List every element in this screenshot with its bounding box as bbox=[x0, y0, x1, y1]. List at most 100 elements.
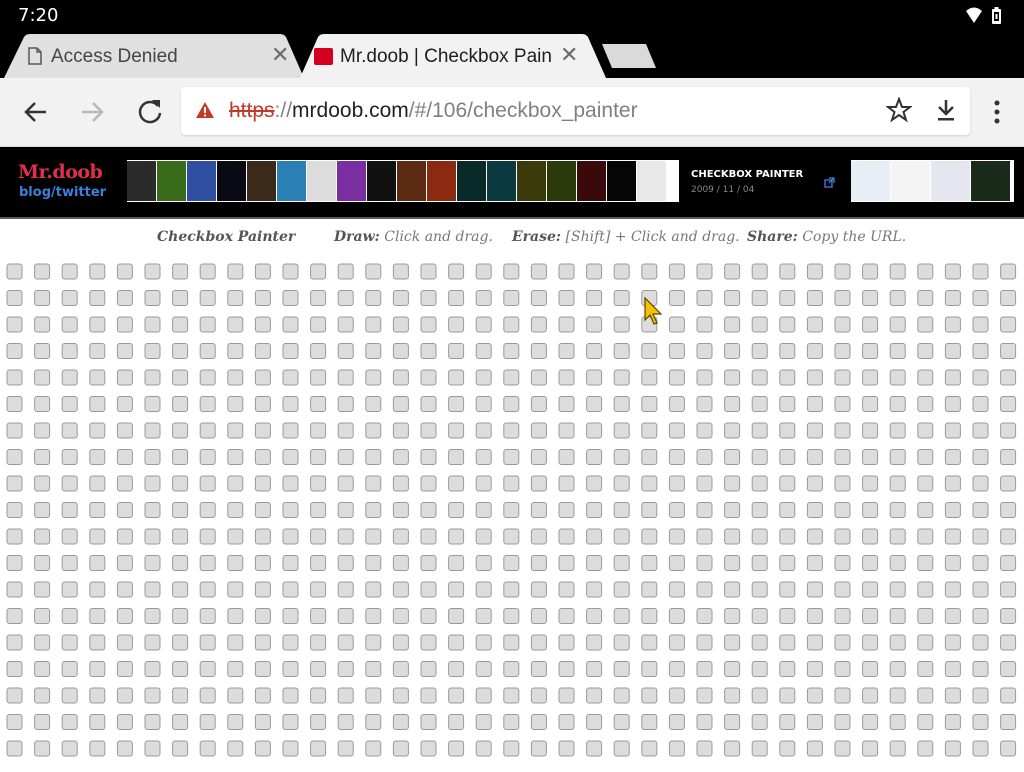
checkbox[interactable] bbox=[392, 263, 409, 280]
checkbox[interactable] bbox=[503, 581, 520, 598]
checkbox[interactable] bbox=[530, 422, 547, 439]
checkbox[interactable] bbox=[834, 555, 851, 571]
checkbox[interactable] bbox=[172, 449, 189, 465]
checkbox[interactable] bbox=[724, 290, 741, 306]
checkbox[interactable] bbox=[944, 396, 961, 412]
checkbox[interactable] bbox=[944, 714, 961, 730]
checkbox[interactable] bbox=[889, 502, 906, 518]
checkbox[interactable] bbox=[392, 555, 409, 571]
checkbox[interactable] bbox=[1000, 316, 1017, 333]
checkbox[interactable] bbox=[448, 555, 465, 571]
checkbox[interactable] bbox=[310, 661, 327, 677]
checkbox[interactable] bbox=[310, 396, 327, 412]
checkbox[interactable] bbox=[89, 714, 106, 730]
checkbox[interactable] bbox=[89, 422, 106, 439]
checkbox[interactable] bbox=[751, 714, 768, 730]
checkbox[interactable] bbox=[834, 449, 851, 465]
checkbox[interactable] bbox=[503, 449, 520, 465]
checkbox[interactable] bbox=[503, 502, 520, 518]
checkbox[interactable] bbox=[310, 608, 327, 624]
checkbox[interactable] bbox=[944, 449, 961, 465]
checkbox[interactable] bbox=[61, 740, 78, 757]
checkbox[interactable] bbox=[586, 369, 603, 386]
checkbox[interactable] bbox=[34, 502, 51, 518]
checkbox[interactable] bbox=[503, 740, 520, 757]
checkbox[interactable] bbox=[751, 449, 768, 465]
checkbox[interactable] bbox=[944, 608, 961, 624]
checkbox[interactable] bbox=[61, 449, 78, 465]
checkbox[interactable] bbox=[530, 581, 547, 598]
checkbox[interactable] bbox=[6, 661, 23, 677]
checkbox[interactable] bbox=[34, 714, 51, 730]
checkbox[interactable] bbox=[862, 740, 879, 757]
checkbox[interactable] bbox=[806, 290, 823, 306]
checkbox[interactable] bbox=[6, 290, 23, 306]
checkbox[interactable] bbox=[420, 316, 437, 333]
checkbox[interactable] bbox=[116, 290, 133, 306]
checkbox[interactable] bbox=[199, 369, 216, 386]
checkbox[interactable] bbox=[530, 687, 547, 704]
checkbox[interactable] bbox=[337, 687, 354, 704]
checkbox[interactable] bbox=[6, 422, 23, 439]
checkbox[interactable] bbox=[420, 740, 437, 757]
checkbox[interactable] bbox=[254, 528, 271, 545]
checkbox[interactable] bbox=[696, 661, 713, 677]
checkbox[interactable] bbox=[420, 608, 437, 624]
checkbox[interactable] bbox=[420, 396, 437, 412]
checkbox[interactable] bbox=[475, 634, 492, 651]
checkbox[interactable] bbox=[172, 475, 189, 492]
forward-arrow-icon[interactable] bbox=[76, 96, 108, 128]
checkbox[interactable] bbox=[779, 449, 796, 465]
checkbox[interactable] bbox=[1000, 475, 1017, 492]
checkbox[interactable] bbox=[199, 687, 216, 704]
close-icon[interactable]: ✕ bbox=[271, 44, 289, 66]
checkbox[interactable] bbox=[1000, 740, 1017, 757]
checkbox[interactable] bbox=[779, 343, 796, 359]
checkbox[interactable] bbox=[144, 263, 161, 280]
checkbox[interactable] bbox=[696, 449, 713, 465]
checkbox[interactable] bbox=[751, 555, 768, 571]
checkbox[interactable] bbox=[89, 263, 106, 280]
checkbox[interactable] bbox=[365, 661, 382, 677]
checkbox[interactable] bbox=[199, 634, 216, 651]
checkbox[interactable] bbox=[862, 528, 879, 545]
checkbox[interactable] bbox=[116, 502, 133, 518]
checkbox[interactable] bbox=[779, 740, 796, 757]
checkbox[interactable] bbox=[227, 687, 244, 704]
checkbox[interactable] bbox=[917, 661, 934, 677]
checkbox[interactable] bbox=[751, 290, 768, 306]
checkbox[interactable] bbox=[172, 316, 189, 333]
url-text[interactable]: https://mrdoob.com/#/106/checkbox_painte… bbox=[229, 99, 638, 123]
checkbox[interactable] bbox=[227, 714, 244, 730]
checkbox[interactable] bbox=[1000, 714, 1017, 730]
checkbox[interactable] bbox=[199, 290, 216, 306]
project-thumbnail[interactable] bbox=[637, 161, 666, 201]
checkbox[interactable] bbox=[917, 528, 934, 545]
checkbox[interactable] bbox=[310, 528, 327, 545]
checkbox[interactable] bbox=[310, 714, 327, 730]
checkbox[interactable] bbox=[116, 714, 133, 730]
checkbox[interactable] bbox=[89, 475, 106, 492]
project-thumbnail[interactable] bbox=[187, 161, 216, 201]
checkbox[interactable] bbox=[116, 396, 133, 412]
checkbox[interactable] bbox=[972, 661, 989, 677]
checkbox[interactable] bbox=[779, 661, 796, 677]
checkbox[interactable] bbox=[310, 740, 327, 757]
checkbox[interactable] bbox=[365, 449, 382, 465]
checkbox[interactable] bbox=[1000, 422, 1017, 439]
checkbox[interactable] bbox=[199, 608, 216, 624]
checkbox[interactable] bbox=[365, 369, 382, 386]
checkbox[interactable] bbox=[89, 290, 106, 306]
checkbox[interactable] bbox=[944, 502, 961, 518]
checkbox[interactable] bbox=[889, 475, 906, 492]
checkbox[interactable] bbox=[254, 634, 271, 651]
checkbox[interactable] bbox=[448, 343, 465, 359]
checkbox[interactable] bbox=[61, 555, 78, 571]
checkbox[interactable] bbox=[61, 343, 78, 359]
checkbox[interactable] bbox=[834, 528, 851, 545]
checkbox[interactable] bbox=[944, 634, 961, 651]
checkbox[interactable] bbox=[944, 661, 961, 677]
checkbox[interactable] bbox=[530, 263, 547, 280]
checkbox[interactable] bbox=[779, 634, 796, 651]
checkbox[interactable] bbox=[972, 316, 989, 333]
